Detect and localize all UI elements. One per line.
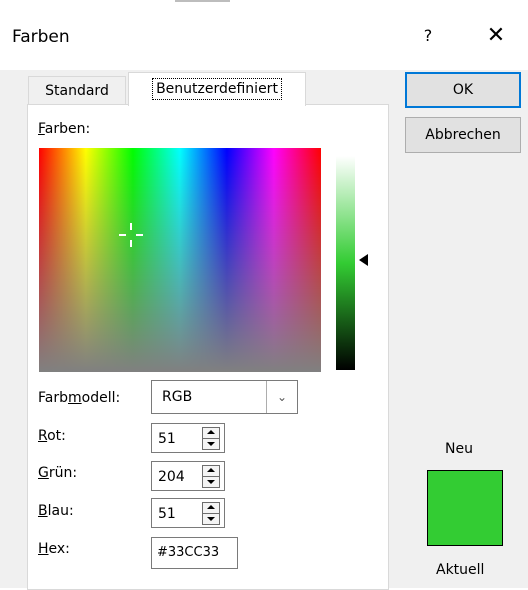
green-spinner[interactable]: 204	[151, 461, 225, 491]
current-color-label: Aktuell	[436, 562, 485, 578]
ok-button[interactable]: OK	[405, 72, 521, 108]
blue-down-icon[interactable]	[202, 513, 220, 525]
green-down-icon[interactable]	[202, 476, 220, 488]
hex-value: #33CC33	[157, 545, 220, 560]
crosshair-top	[130, 223, 132, 230]
crosshair-bottom	[130, 240, 132, 247]
top-mark	[175, 0, 230, 2]
blue-spinner[interactable]: 51	[151, 498, 225, 528]
blue-label-mnemonic: B	[38, 503, 48, 519]
chevron-down-icon[interactable]: ⌄	[266, 381, 297, 413]
help-button[interactable]: ?	[410, 20, 446, 52]
colors-label-mnemonic: F	[38, 121, 45, 137]
color-model-label-a: Farb	[38, 390, 68, 406]
green-label: Grün:	[38, 465, 77, 481]
crosshair-icon[interactable]	[119, 223, 143, 247]
color-model-label-b: odell:	[81, 390, 121, 406]
color-model-label-mnemonic: m	[68, 390, 82, 406]
blue-label-rest: lau:	[47, 503, 74, 519]
green-value: 204	[158, 469, 185, 485]
green-spin-buttons	[202, 465, 220, 488]
blue-spin-buttons	[202, 502, 220, 525]
color-preview-swatch	[427, 470, 503, 546]
hex-label-rest: ex:	[48, 541, 70, 557]
hex-field[interactable]: #33CC33	[151, 537, 238, 569]
color-spectrum[interactable]	[39, 148, 321, 372]
color-model-select[interactable]: RGB ⌄	[151, 380, 298, 414]
red-label-mnemonic: R	[38, 428, 48, 444]
tab-standard[interactable]: Standard	[28, 76, 126, 105]
blue-value: 51	[158, 506, 176, 522]
cancel-button[interactable]: Abbrechen	[405, 117, 521, 153]
red-value: 51	[158, 431, 176, 447]
red-label: Rot:	[38, 428, 66, 444]
red-down-icon[interactable]	[202, 438, 220, 450]
tab-custom[interactable]: Benutzerdefiniert	[128, 72, 306, 106]
title-bar: Farben ? ✕	[0, 0, 528, 70]
red-label-rest: ot:	[47, 428, 66, 444]
color-model-label: Farbmodell:	[38, 390, 120, 406]
blue-label: Blau:	[38, 503, 74, 519]
hex-label: Hex:	[38, 541, 70, 557]
luminance-slider[interactable]	[336, 156, 355, 370]
green-label-mnemonic: G	[38, 465, 49, 481]
crosshair-left	[119, 234, 126, 236]
tab-custom-label: Benutzerdefiniert	[152, 78, 282, 100]
top-strip	[0, 0, 528, 3]
color-model-value: RGB	[162, 389, 193, 405]
dialog-title: Farben	[12, 27, 70, 47]
red-spinner[interactable]: 51	[151, 423, 225, 453]
colors-label-rest: arben:	[44, 121, 91, 137]
close-button[interactable]: ✕	[478, 20, 514, 52]
green-label-rest: rün:	[48, 465, 78, 481]
color-dialog: Farben ? ✕ Standard Benutzerdefiniert Fa…	[0, 0, 528, 590]
new-color-label: Neu	[445, 441, 473, 457]
luminance-arrow-icon[interactable]	[359, 254, 368, 266]
colors-label: Farben:	[38, 121, 90, 137]
crosshair-right	[136, 234, 143, 236]
hex-label-mnemonic: H	[38, 541, 49, 557]
red-spin-buttons	[202, 427, 220, 450]
